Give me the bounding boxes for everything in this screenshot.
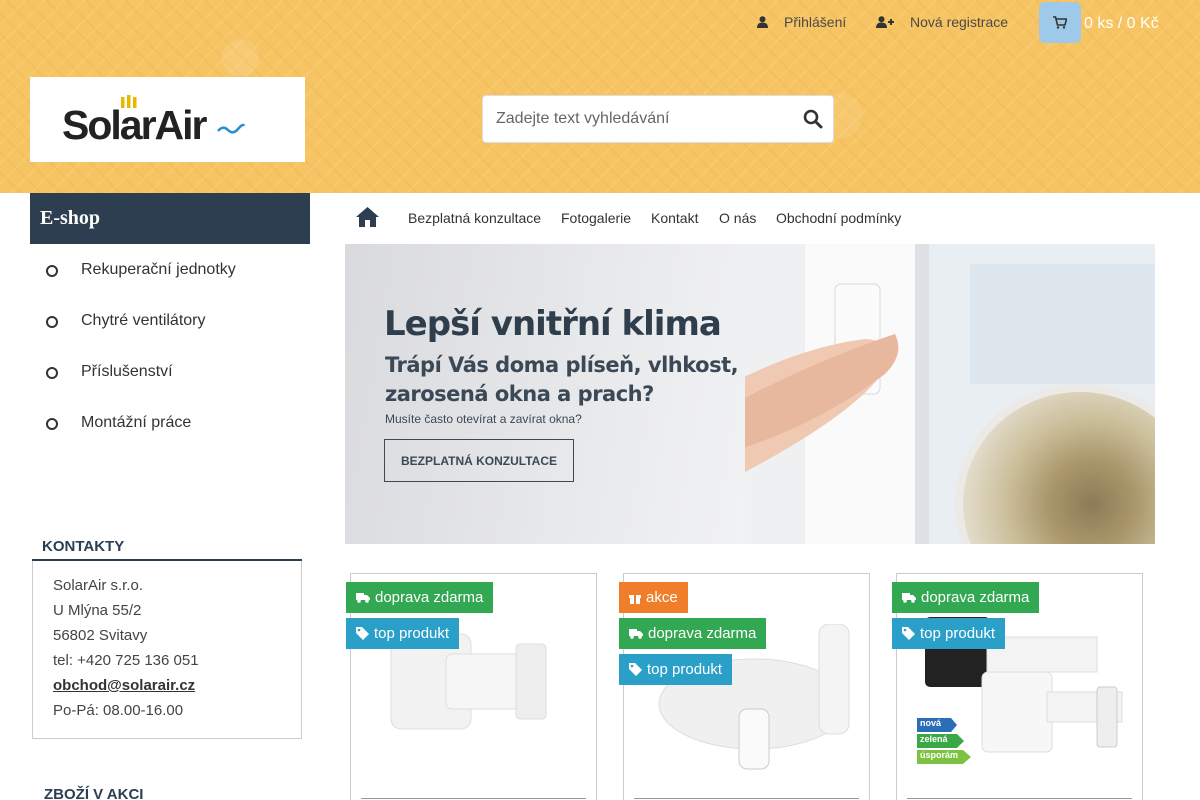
eco-label-text: nová <box>920 718 942 728</box>
circle-icon <box>46 316 58 328</box>
eco-label-text: úsporám <box>920 750 959 760</box>
contact-phone: tel: +420 725 136 051 <box>53 652 199 669</box>
contact-city: 56802 Svitavy <box>53 627 148 644</box>
eco-label: zelená <box>917 734 964 748</box>
truck-icon <box>902 593 916 603</box>
badge-label: top produkt <box>647 661 723 678</box>
cart-button[interactable] <box>1039 2 1081 43</box>
gift-icon <box>629 594 641 604</box>
circle-icon <box>46 367 58 379</box>
category-chytre-ventilatory[interactable]: Chytré ventilátory <box>46 309 206 333</box>
badge-label: akce <box>646 589 678 606</box>
card-divider <box>907 798 1132 799</box>
banner-headline: Lepší vnitřní klima <box>384 304 722 344</box>
hero-banner[interactable]: Lepší vnitřní klima Trápí Vás doma plíse… <box>345 244 1155 544</box>
banner-subheadline-2: zarosená okna a prach? <box>385 382 654 406</box>
tag-icon <box>356 627 369 640</box>
contact-hours: Po-Pá: 08.00-16.00 <box>53 702 184 719</box>
register-label: Nová registrace <box>910 14 1009 30</box>
category-label: Chytré ventilátory <box>81 312 206 329</box>
badge-label: doprava zdarma <box>921 589 1030 606</box>
banner-small-text: Musíte často otevírat a zavírat okna? <box>385 412 582 426</box>
badge-free-shipping: doprava zdarma <box>619 618 767 649</box>
circle-icon <box>46 418 58 430</box>
home-icon[interactable] <box>355 206 380 228</box>
user-icon <box>757 16 768 28</box>
contact-company: SolarAir s.r.o. <box>53 577 144 594</box>
truck-icon <box>629 629 643 639</box>
badge-top-product: top produkt <box>619 654 733 685</box>
category-montazni-prace[interactable]: Montážní práce <box>46 411 191 435</box>
badge-label: doprava zdarma <box>648 625 757 642</box>
nav-kontakt[interactable]: Kontakt <box>651 210 698 226</box>
category-prislusenstvi[interactable]: Příslušenství <box>46 360 173 384</box>
badge-label: top produkt <box>920 625 996 642</box>
eco-label-text: zelená <box>920 734 948 744</box>
sale-section-title: ZBOŽÍ V AKCI <box>44 786 144 800</box>
nav-fotogalerie[interactable]: Fotogalerie <box>561 210 631 226</box>
category-label: Rekuperační jednotky <box>81 261 236 278</box>
card-divider <box>361 798 586 799</box>
nav-o-nas[interactable]: O nás <box>719 210 756 226</box>
badge-top-product: top produkt <box>346 618 460 649</box>
badge-label: top produkt <box>374 625 450 642</box>
contact-street: U Mlýna 55/2 <box>53 602 142 619</box>
circle-icon <box>46 265 58 277</box>
card-divider <box>634 798 859 799</box>
search-input[interactable] <box>483 96 783 142</box>
register-link[interactable]: Nová registrace <box>876 14 1008 30</box>
cart-icon <box>1053 16 1067 29</box>
badge-free-shipping: doprava zdarma <box>346 582 494 613</box>
login-label: Přihlášení <box>784 14 847 30</box>
category-label: Montážní práce <box>81 414 192 431</box>
user-plus-icon <box>876 16 894 28</box>
eco-label: úsporám <box>917 750 971 764</box>
logo-link[interactable]: SolarAir <box>30 77 305 162</box>
contacts-title: KONTAKTY <box>42 538 125 555</box>
tag-icon <box>629 663 642 676</box>
nav-bezplatna-konzultace[interactable]: Bezplatná konzultace <box>408 210 541 226</box>
badge-top-product: top produkt <box>892 618 1006 649</box>
nav-obchodni-podminky[interactable]: Obchodní podmínky <box>776 210 901 226</box>
badge-free-shipping: doprava zdarma <box>892 582 1040 613</box>
login-link[interactable]: Přihlášení <box>757 14 846 30</box>
contact-email-link[interactable]: obchod@solarair.cz <box>53 677 195 694</box>
consultation-button[interactable]: BEZPLATNÁ KONZULTACE <box>384 439 574 482</box>
svg-text:SolarAir: SolarAir <box>62 102 208 145</box>
tag-icon <box>902 627 915 640</box>
banner-subheadline-1: Trápí Vás doma plíseň, vlhkost, <box>385 353 739 377</box>
category-label: Příslušenství <box>81 363 173 380</box>
badge-sale: akce <box>619 582 688 613</box>
sidebar-title: E-shop <box>30 193 310 244</box>
category-rekuperacni-jednotky[interactable]: Rekuperační jednotky <box>46 258 236 282</box>
badge-label: doprava zdarma <box>375 589 484 606</box>
search-box <box>482 95 834 143</box>
cart-summary[interactable]: 0 ks / 0 Kč <box>1084 15 1159 33</box>
site-header: Přihlášení Nová registrace 0 ks / 0 Kč S… <box>0 0 1200 193</box>
eco-label: nová <box>917 718 957 732</box>
truck-icon <box>356 593 370 603</box>
search-icon[interactable] <box>803 109 823 129</box>
solarair-logo: SolarAir <box>62 95 246 145</box>
